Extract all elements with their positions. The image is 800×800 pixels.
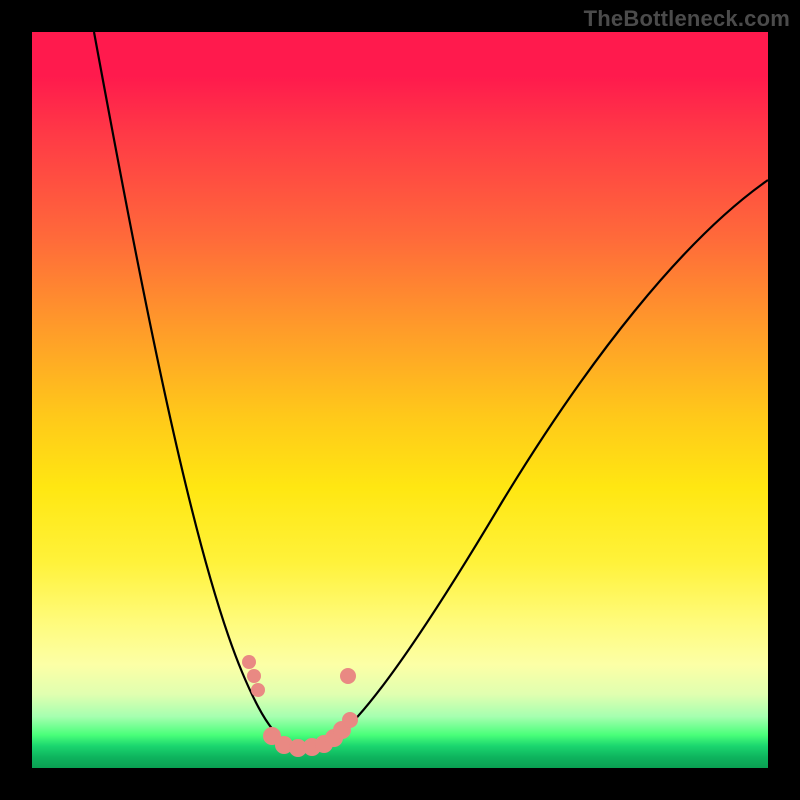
chart-svg bbox=[32, 32, 768, 768]
data-marker bbox=[242, 655, 256, 669]
data-marker bbox=[247, 669, 261, 683]
chart-frame: TheBottleneck.com bbox=[0, 0, 800, 800]
data-marker bbox=[340, 668, 356, 684]
marker-group bbox=[242, 655, 358, 757]
curve-left bbox=[94, 32, 294, 746]
chart-plot-area bbox=[32, 32, 768, 768]
curve-right bbox=[294, 180, 768, 747]
watermark-text: TheBottleneck.com bbox=[584, 6, 790, 32]
curve-group bbox=[94, 32, 768, 747]
data-marker bbox=[342, 712, 358, 728]
data-marker bbox=[251, 683, 265, 697]
